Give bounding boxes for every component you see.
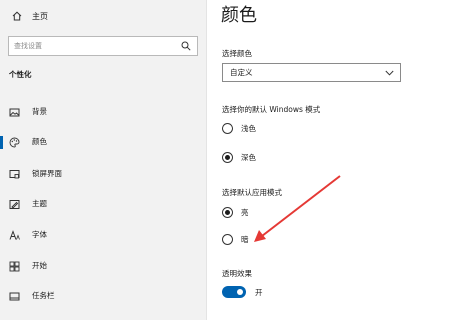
toggle-state: 开 — [255, 287, 263, 297]
sidebar-item-label: 字体 — [32, 230, 47, 239]
search-icon[interactable] — [181, 41, 191, 51]
radio-button[interactable] — [222, 123, 233, 134]
palette-icon — [9, 137, 20, 148]
sidebar-item-lock-screen[interactable]: 锁屏界面 — [0, 165, 206, 183]
transparency-label: 透明效果 — [222, 269, 252, 278]
sidebar-item-start[interactable]: 开始 — [0, 257, 206, 275]
sidebar: 主页 个性化 背景 颜色 锁屏界面 — [0, 0, 206, 320]
search-box[interactable] — [8, 36, 198, 56]
radio-windows-dark[interactable]: 深色 — [222, 152, 256, 163]
sidebar-item-label: 锁屏界面 — [32, 169, 62, 178]
radio-label: 浅色 — [241, 124, 256, 133]
app-mode-label: 选择默认应用模式 — [222, 188, 282, 197]
section-title: 个性化 — [9, 70, 32, 79]
choose-color-label: 选择颜色 — [222, 49, 252, 58]
radio-label: 亮 — [241, 208, 249, 217]
start-icon — [9, 261, 20, 272]
theme-icon — [9, 200, 20, 209]
sidebar-item-label: 开始 — [32, 261, 47, 270]
sidebar-item-fonts[interactable]: 字体 — [0, 226, 206, 244]
sidebar-item-themes[interactable]: 主题 — [0, 195, 206, 213]
sidebar-item-taskbar[interactable]: 任务栏 — [0, 287, 206, 305]
image-icon — [9, 108, 20, 117]
radio-button[interactable] — [222, 234, 233, 245]
radio-label: 深色 — [241, 153, 256, 162]
radio-label: 暗 — [241, 235, 249, 244]
chevron-down-icon — [385, 70, 394, 76]
radio-app-dark[interactable]: 暗 — [222, 234, 249, 245]
search-input[interactable] — [14, 42, 164, 50]
lock-screen-icon — [9, 170, 20, 179]
sidebar-item-background[interactable]: 背景 — [0, 103, 206, 121]
sidebar-item-label: 背景 — [32, 107, 47, 116]
sidebar-item-label: 颜色 — [32, 137, 47, 146]
radio-button[interactable] — [222, 207, 233, 218]
taskbar-icon — [9, 292, 20, 301]
dropdown-value: 自定义 — [230, 68, 253, 77]
page-title: 颜色 — [221, 5, 257, 26]
choose-color-dropdown[interactable]: 自定义 — [222, 63, 401, 82]
transparency-toggle-row[interactable]: 开 — [222, 286, 263, 298]
font-icon — [9, 230, 20, 240]
main-content: 颜色 选择颜色 自定义 选择你的默认 Windows 模式 浅色 深色 选择默认… — [207, 0, 450, 320]
windows-mode-label: 选择你的默认 Windows 模式 — [222, 105, 321, 114]
sidebar-item-colors[interactable]: 颜色 — [0, 133, 206, 151]
home-icon — [12, 11, 22, 21]
active-indicator — [0, 136, 3, 149]
radio-windows-light[interactable]: 浅色 — [222, 123, 256, 134]
transparency-toggle[interactable] — [222, 286, 246, 298]
sidebar-item-label: 任务栏 — [32, 291, 55, 300]
radio-app-light[interactable]: 亮 — [222, 207, 249, 218]
sidebar-item-label: 主题 — [32, 199, 47, 208]
radio-button[interactable] — [222, 152, 233, 163]
home-link[interactable]: 主页 — [12, 9, 48, 23]
home-label: 主页 — [32, 11, 48, 21]
